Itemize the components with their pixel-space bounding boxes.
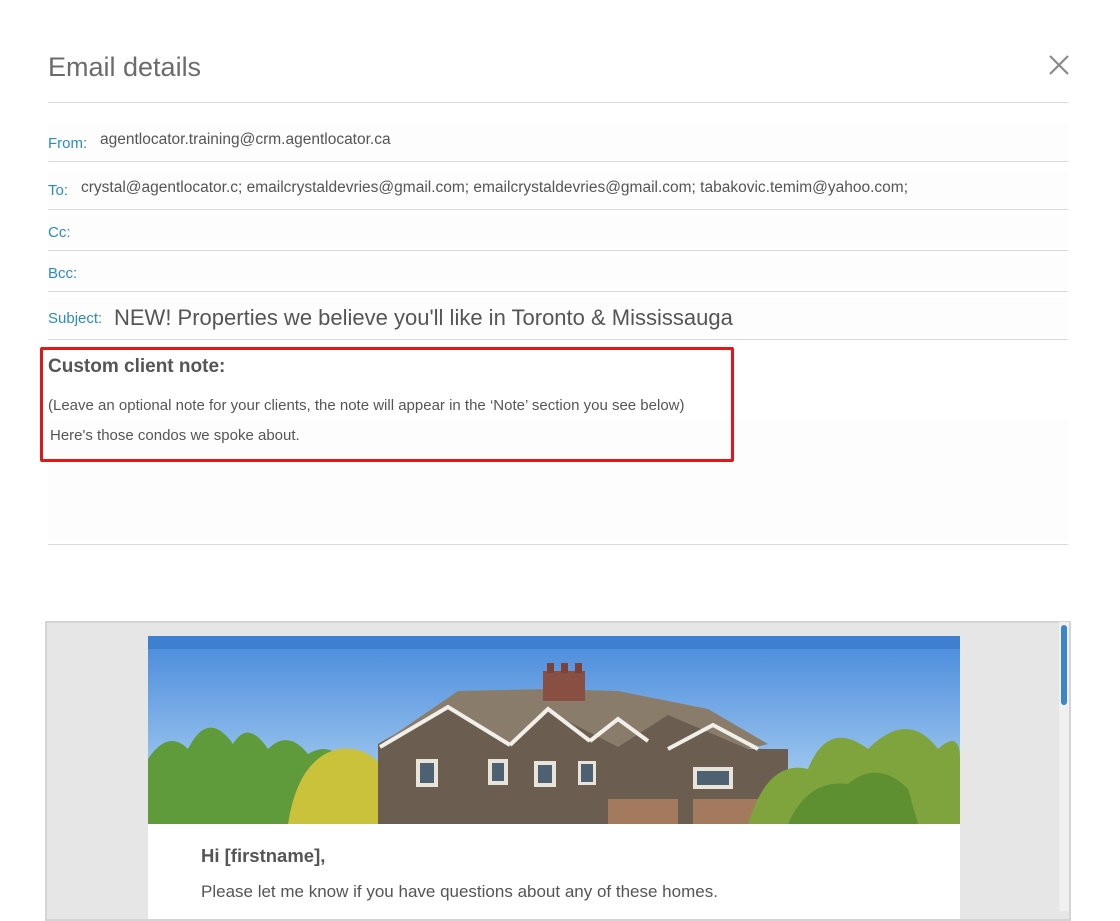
email-header-bar — [148, 636, 960, 649]
to-value[interactable]: crystal@agentlocator.c; emailcrystaldevr… — [81, 179, 908, 197]
preview-greeting: Hi [firstname], — [201, 845, 326, 866]
cc-label: Cc: — [48, 224, 71, 241]
from-label: From: — [48, 135, 88, 152]
from-divider — [48, 161, 1068, 162]
bcc-divider — [48, 291, 1068, 292]
email-preview-frame: Hi [firstname], Please let me know if yo… — [45, 621, 1071, 921]
preview-scroll-thumb[interactable] — [1061, 625, 1067, 705]
close-button[interactable] — [1044, 50, 1074, 80]
close-icon — [1049, 55, 1069, 75]
dialog-title: Email details — [48, 52, 202, 82]
house-illustration — [148, 649, 960, 824]
note-text[interactable]: Here's those condos we spoke about. — [50, 427, 300, 444]
subject-label: Subject: — [48, 310, 103, 327]
note-divider — [48, 544, 1068, 545]
subject-divider — [48, 339, 1068, 340]
cc-divider — [48, 250, 1068, 251]
bcc-field[interactable] — [48, 255, 1068, 289]
title-divider — [48, 102, 1068, 103]
subject-value[interactable]: NEW! Properties we believe you'll like i… — [114, 305, 733, 331]
to-label: To: — [48, 182, 69, 199]
note-help-text: (Leave an optional note for your clients… — [48, 397, 685, 414]
email-card: Hi [firstname], Please let me know if yo… — [148, 636, 960, 919]
hero-house-image — [148, 649, 960, 824]
bcc-label: Bcc: — [48, 265, 78, 282]
preview-body-text: Please let me know if you have questions… — [201, 882, 718, 901]
note-heading: Custom client note: — [48, 356, 226, 377]
cc-field[interactable] — [48, 214, 1068, 248]
to-divider — [48, 209, 1068, 210]
from-value: agentlocator.training@crm.agentlocator.c… — [100, 131, 391, 148]
